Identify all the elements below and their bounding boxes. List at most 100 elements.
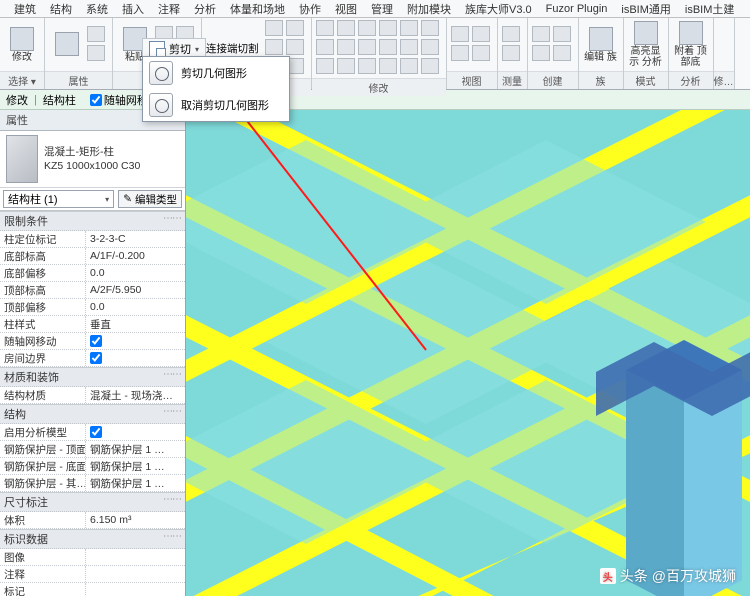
property-row[interactable]: 顶部偏移0.0 <box>0 299 185 316</box>
ribbon-small-button[interactable] <box>400 39 418 55</box>
ribbon-small-button[interactable] <box>400 20 418 36</box>
menu-系统[interactable]: 系统 <box>80 0 114 19</box>
ribbon-small-button[interactable] <box>337 39 355 55</box>
ribbon-small-button[interactable] <box>421 39 439 55</box>
menu-结构[interactable]: 结构 <box>44 0 78 19</box>
ribbon-small-button[interactable] <box>553 26 571 42</box>
menu-注释[interactable]: 注释 <box>152 0 186 19</box>
menu-视图[interactable]: 视图 <box>329 0 363 19</box>
ribbon-small-button[interactable] <box>379 39 397 55</box>
menu-体量和场地[interactable]: 体量和场地 <box>224 0 291 19</box>
menu-分析[interactable]: 分析 <box>188 0 222 19</box>
context-tab-column[interactable]: 结构柱 <box>43 92 76 108</box>
ribbon-small-button[interactable] <box>286 20 304 36</box>
property-row[interactable]: 底部标高A/1F/-0.200 <box>0 248 185 265</box>
property-value[interactable]: 0.0 <box>86 299 185 315</box>
ribbon-small-button[interactable] <box>87 26 105 42</box>
model-viewport[interactable] <box>186 110 750 596</box>
property-value[interactable]: 3-2-3-C <box>86 231 185 247</box>
ribbon-button[interactable]: 修改 <box>4 27 40 63</box>
ribbon-small-button[interactable] <box>337 20 355 36</box>
checkbox[interactable] <box>90 426 102 438</box>
ribbon-small-button[interactable] <box>358 20 376 36</box>
ribbon-small-button[interactable] <box>265 39 283 55</box>
menu-建筑[interactable]: 建筑 <box>8 0 42 19</box>
ribbon-button[interactable]: 编辑 族 <box>583 27 619 63</box>
property-row[interactable]: 启用分析模型 <box>0 424 185 441</box>
ribbon-small-button[interactable] <box>286 39 304 55</box>
ribbon-small-button[interactable] <box>400 58 418 74</box>
property-row[interactable]: 柱样式垂直 <box>0 316 185 333</box>
menu-Fuzor Plugin[interactable]: Fuzor Plugin <box>540 1 614 17</box>
ribbon-button[interactable] <box>49 32 85 57</box>
property-value[interactable]: 垂直 <box>86 316 185 332</box>
property-value[interactable] <box>86 333 185 349</box>
property-value[interactable] <box>86 549 185 565</box>
menu-isBIM通用[interactable]: isBIM通用 <box>615 0 677 19</box>
ribbon-small-button[interactable] <box>358 39 376 55</box>
property-row[interactable]: 随轴网移动 <box>0 333 185 350</box>
property-category[interactable]: 结构⋯⋯ <box>0 404 185 424</box>
property-row[interactable]: 钢筋保护层 - 顶面钢筋保护层 1 … <box>0 441 185 458</box>
ribbon-small-button[interactable] <box>502 45 520 61</box>
ribbon-small-button[interactable] <box>379 20 397 36</box>
property-category[interactable]: 材质和装饰⋯⋯ <box>0 367 185 387</box>
menu-协作[interactable]: 协作 <box>293 0 327 19</box>
ribbon-small-button[interactable] <box>265 20 283 36</box>
edit-type-button[interactable]: ✎ 编辑类型 <box>118 190 182 208</box>
ribbon-text[interactable]: 连接端切割 <box>206 41 259 56</box>
ribbon-small-button[interactable] <box>532 26 550 42</box>
property-row[interactable]: 钢筋保护层 - 底面钢筋保护层 1 … <box>0 458 185 475</box>
ribbon-small-button[interactable] <box>472 45 490 61</box>
property-row[interactable]: 底部偏移0.0 <box>0 265 185 282</box>
ribbon-small-button[interactable] <box>87 45 105 61</box>
ribbon-small-button[interactable] <box>553 45 571 61</box>
property-category[interactable]: 标识数据⋯⋯ <box>0 529 185 549</box>
ribbon-small-button[interactable] <box>379 58 397 74</box>
ribbon-small-button[interactable] <box>451 26 469 42</box>
property-row[interactable]: 标记 <box>0 583 185 596</box>
property-row[interactable]: 注释 <box>0 566 185 583</box>
property-row[interactable]: 柱定位标记3-2-3-C <box>0 231 185 248</box>
ribbon-small-button[interactable] <box>316 58 334 74</box>
menu-插入[interactable]: 插入 <box>116 0 150 19</box>
property-value[interactable]: 6.150 m³ <box>86 512 185 528</box>
dropdown-item[interactable]: 取消剪切几何图形 <box>143 89 289 121</box>
property-category[interactable]: 尺寸标注⋯⋯ <box>0 492 185 512</box>
ribbon-small-button[interactable] <box>316 20 334 36</box>
ribbon-small-button[interactable] <box>532 45 550 61</box>
type-preview[interactable]: 混凝土-矩形-柱 KZ5 1000x1000 C30 <box>0 131 185 188</box>
ribbon-small-button[interactable] <box>316 39 334 55</box>
ribbon-small-button[interactable] <box>502 26 520 42</box>
ribbon-small-button[interactable] <box>421 20 439 36</box>
context-tab-modify[interactable]: 修改 <box>6 92 28 108</box>
property-value[interactable]: 钢筋保护层 1 … <box>86 441 185 457</box>
checkbox-icon[interactable] <box>90 94 102 106</box>
property-value[interactable] <box>86 350 185 366</box>
property-value[interactable]: A/1F/-0.200 <box>86 248 185 264</box>
menu-管理[interactable]: 管理 <box>365 0 399 19</box>
property-value[interactable] <box>86 424 185 440</box>
ribbon-small-button[interactable] <box>358 58 376 74</box>
menu-附加模块[interactable]: 附加模块 <box>401 0 457 19</box>
property-value[interactable]: 钢筋保护层 1 … <box>86 475 185 491</box>
property-row[interactable]: 体积6.150 m³ <box>0 512 185 529</box>
dropdown-item[interactable]: 剪切几何图形 <box>143 57 289 89</box>
property-value[interactable] <box>86 583 185 596</box>
property-value[interactable]: 钢筋保护层 1 … <box>86 458 185 474</box>
property-row[interactable]: 结构材质混凝土 - 现场浇… <box>0 387 185 404</box>
property-value[interactable] <box>86 566 185 582</box>
ribbon-small-button[interactable] <box>337 58 355 74</box>
property-value[interactable]: A/2F/5.950 <box>86 282 185 298</box>
ribbon-button[interactable]: 附着 顶部底 <box>673 21 709 68</box>
ribbon-button[interactable]: 高亮显示 分析 <box>628 21 664 68</box>
menu-族库大师V3.0[interactable]: 族库大师V3.0 <box>459 0 538 19</box>
move-with-grid-checkbox[interactable]: 随轴网移 <box>90 92 148 108</box>
property-value[interactable]: 混凝土 - 现场浇… <box>86 387 185 403</box>
property-row[interactable]: 钢筋保护层 - 其…钢筋保护层 1 … <box>0 475 185 492</box>
menu-isBIM土建[interactable]: isBIM土建 <box>679 0 741 19</box>
property-category[interactable]: 限制条件⋯⋯ <box>0 211 185 231</box>
checkbox[interactable] <box>90 352 102 364</box>
property-row[interactable]: 房间边界 <box>0 350 185 367</box>
property-value[interactable]: 0.0 <box>86 265 185 281</box>
